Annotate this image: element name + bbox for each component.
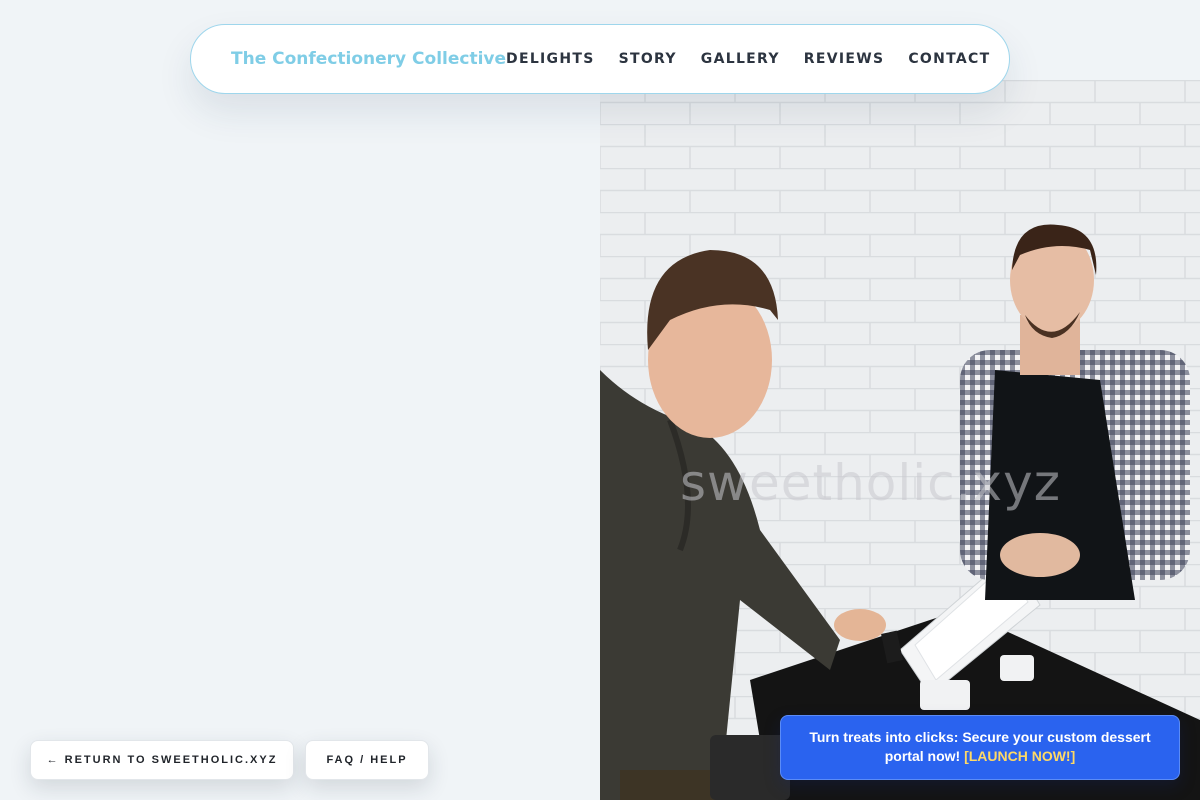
nav-links: DELIGHTS STORY GALLERY REVIEWS CONTACT — [506, 51, 990, 67]
nav-link-story[interactable]: STORY — [619, 51, 677, 67]
promo-cta-link[interactable]: [LAUNCH NOW!] — [964, 748, 1075, 764]
nav-link-gallery[interactable]: GALLERY — [701, 51, 780, 67]
cafe-checkout-illustration — [600, 80, 1200, 800]
hero-photo: sweetholic.xyz — [600, 80, 1200, 800]
faq-help-button[interactable]: FAQ / HELP — [305, 740, 429, 780]
nav-link-delights[interactable]: DELIGHTS — [506, 51, 595, 67]
brand-logo-text[interactable]: The Confectionery Collective — [231, 49, 506, 69]
watermark-text: sweetholic.xyz — [680, 454, 1061, 512]
nav-link-contact[interactable]: CONTACT — [908, 51, 990, 67]
return-to-site-button[interactable]: ← RETURN TO SWEETHOLIC.XYZ — [30, 740, 294, 780]
promo-banner[interactable]: Turn treats into clicks: Secure your cus… — [780, 715, 1180, 780]
nav-link-reviews[interactable]: REVIEWS — [804, 51, 885, 67]
top-navigation: The Confectionery Collective DELIGHTS ST… — [190, 24, 1010, 94]
